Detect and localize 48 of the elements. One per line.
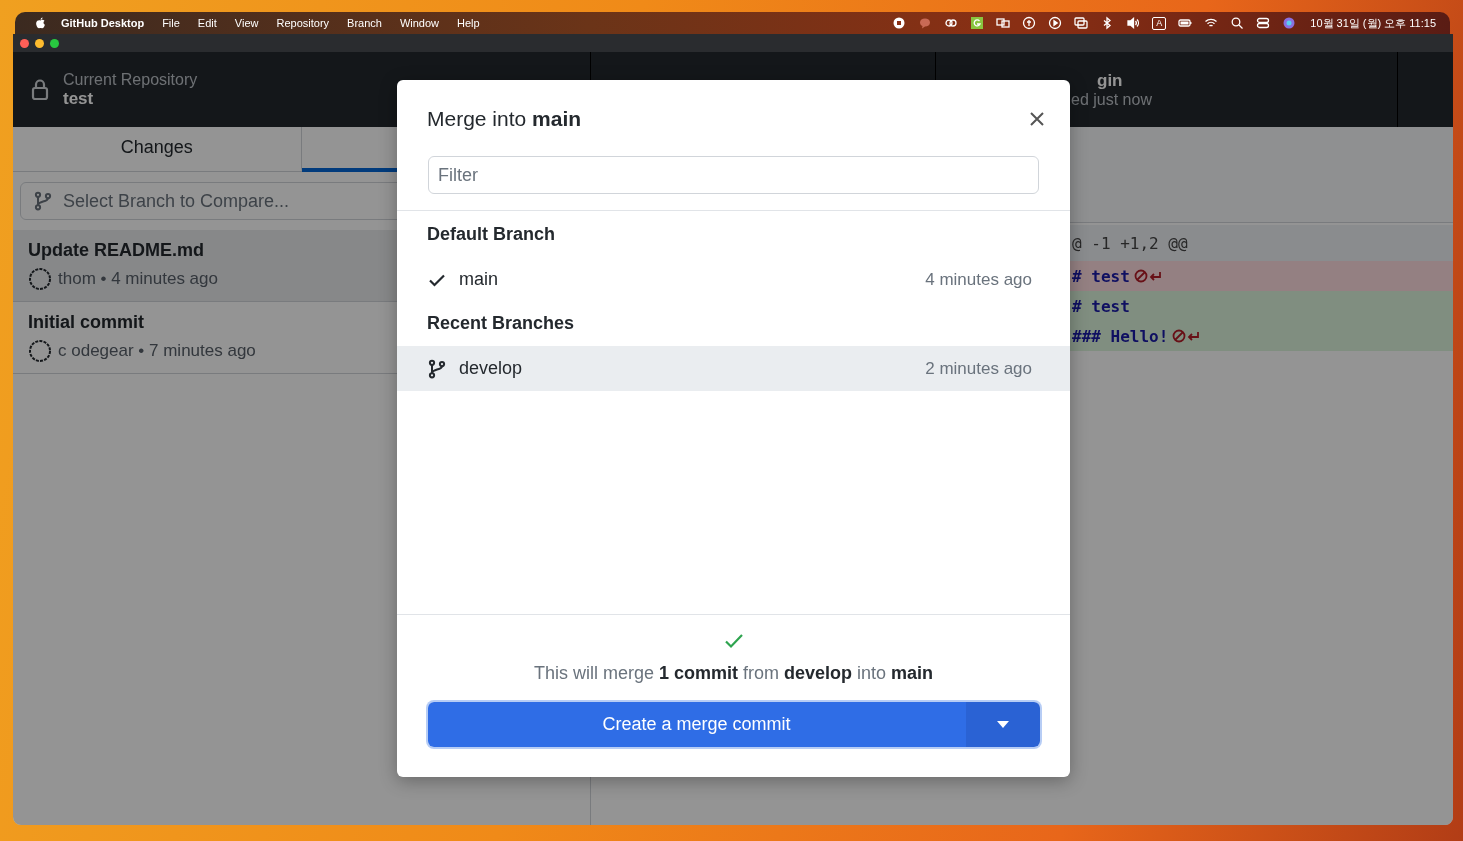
volume-icon[interactable] <box>1126 16 1141 30</box>
battery-icon[interactable] <box>1178 16 1193 30</box>
close-window-icon[interactable] <box>20 38 29 48</box>
siri-icon[interactable] <box>1282 16 1297 30</box>
success-check-icon <box>723 633 744 649</box>
screens-icon[interactable] <box>1074 16 1089 30</box>
avatar-icon <box>28 339 52 363</box>
tab[interactable]: Changes <box>13 127 302 172</box>
apple-icon[interactable] <box>35 16 46 30</box>
accessibility-icon[interactable] <box>1022 16 1037 30</box>
commit-meta: c odegear • 7 minutes ago <box>58 341 256 361</box>
merge-summary: This will merge 1 commit from develop into main <box>533 663 934 684</box>
no-newline-icon <box>1133 269 1164 283</box>
g-app-icon[interactable] <box>970 16 985 30</box>
avatar-icon <box>28 267 52 291</box>
branch-icon <box>427 358 447 379</box>
menu-item[interactable]: Help <box>448 17 489 29</box>
list-item[interactable]: develop 2 minutes ago <box>397 346 1070 391</box>
zoom-window-icon[interactable] <box>50 38 59 48</box>
commit-title: Initial commit <box>28 312 144 333</box>
fetch-label[interactable]: gin <box>1097 70 1123 91</box>
menu-item[interactable]: View <box>225 17 268 29</box>
create-merge-commit-button[interactable]: Create a merge commit <box>427 702 966 747</box>
branch-icon <box>33 191 53 211</box>
menu-item[interactable]: Window <box>390 17 449 29</box>
window-icon[interactable] <box>996 16 1011 30</box>
app-menu[interactable]: GitHub Desktop <box>52 17 154 29</box>
menu-item[interactable]: Branch <box>338 17 391 29</box>
search-icon[interactable] <box>1230 16 1245 30</box>
repository-name: test <box>63 88 95 109</box>
input-source-indicator[interactable]: A <box>1152 16 1167 30</box>
cloud-icon[interactable] <box>944 16 959 30</box>
section-heading: Recent Branches <box>426 312 576 334</box>
menu-item[interactable]: Repository <box>267 17 339 29</box>
clock[interactable]: 10월 31일 (월) 오후 11:15 <box>1310 15 1436 31</box>
menu-item[interactable]: Edit <box>188 17 226 29</box>
repository-label: Current Repository <box>63 70 198 89</box>
commit-title: Update README.md <box>28 240 204 261</box>
commit-meta: thom • 4 minutes ago <box>58 269 218 289</box>
filter-field[interactable]: Filter <box>428 156 1039 194</box>
menu-item[interactable]: File <box>153 17 189 29</box>
minimize-window-icon[interactable] <box>35 38 44 48</box>
caret-icon <box>996 720 1009 729</box>
record-icon[interactable] <box>892 16 907 30</box>
lock-icon <box>31 77 49 102</box>
control-center-icon[interactable] <box>1256 16 1271 30</box>
play-icon[interactable] <box>1048 16 1063 30</box>
fetch-detail: ed just now <box>1071 90 1152 109</box>
